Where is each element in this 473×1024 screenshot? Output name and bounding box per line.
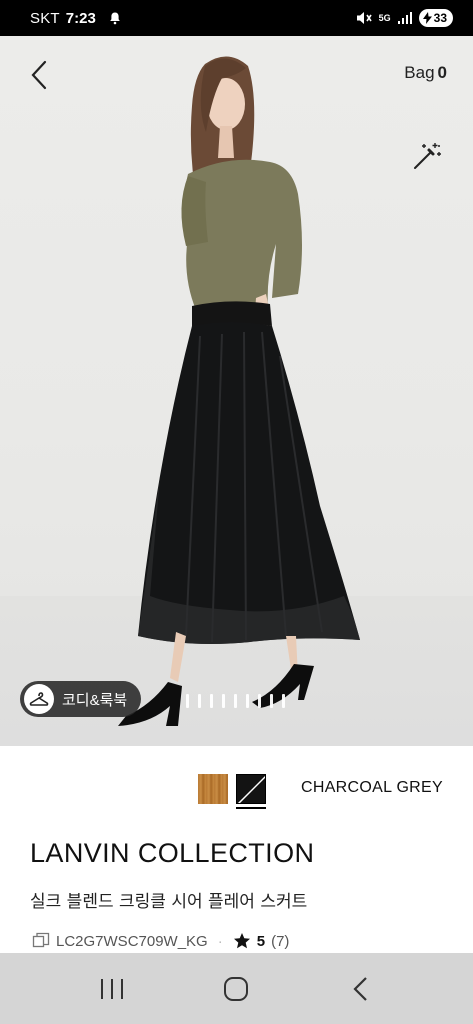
review-count[interactable]: (7) xyxy=(271,933,289,950)
color-selector: CHARCOAL GREY xyxy=(0,774,473,809)
pager-dot xyxy=(222,694,225,708)
coordi-label: 코디&룩북 xyxy=(62,691,128,709)
hanger-icon-wrap xyxy=(24,684,54,714)
status-time: 7:23 xyxy=(65,9,96,27)
separator: · xyxy=(217,932,223,950)
magic-wand-icon xyxy=(414,143,441,169)
charging-bolt-icon xyxy=(422,12,432,24)
recent-apps-button[interactable] xyxy=(92,969,132,1009)
chevron-left-icon xyxy=(31,60,47,90)
brand-name[interactable]: LANVIN COLLECTION xyxy=(30,838,314,869)
network-label: 5G xyxy=(378,12,391,23)
recent-apps-icon xyxy=(101,978,124,999)
pager-dot xyxy=(270,694,273,708)
home-button[interactable] xyxy=(216,969,256,1009)
diagonal-slash-icon xyxy=(237,775,265,803)
model-illustration xyxy=(118,56,360,726)
home-icon xyxy=(224,976,249,1001)
image-pager[interactable] xyxy=(186,694,285,708)
battery-level: 33 xyxy=(433,11,447,25)
hanger-icon xyxy=(29,692,49,706)
coordi-lookbook-button[interactable]: 코디&룩북 xyxy=(20,681,142,717)
pager-dot xyxy=(210,694,213,708)
back-nav-button[interactable] xyxy=(341,969,381,1009)
back-icon xyxy=(353,976,367,1001)
carrier-label: SKT xyxy=(30,9,60,27)
bag-label: Bag xyxy=(404,63,435,82)
color-swatch-brown[interactable] xyxy=(198,774,228,804)
notification-bell-icon xyxy=(110,12,120,25)
bag-count: 0 xyxy=(437,63,447,82)
magic-wand-button[interactable] xyxy=(411,140,443,172)
copy-icon[interactable] xyxy=(32,932,50,950)
status-bar: SKT 7:23 5G 33 xyxy=(0,0,473,36)
product-code: LC2G7WSC709W_KG xyxy=(56,932,208,950)
product-name: 실크 블렌드 크링클 시어 플레어 스커트 xyxy=(30,892,308,912)
back-button[interactable] xyxy=(24,60,54,90)
battery-indicator: 33 xyxy=(418,9,453,27)
system-nav-bar xyxy=(0,953,473,1024)
pager-dot xyxy=(234,694,237,708)
pager-dot xyxy=(258,694,261,708)
product-image[interactable]: Bag 0 코디&룩북 xyxy=(0,36,473,746)
pager-dot xyxy=(282,694,285,708)
bag-button[interactable]: Bag 0 xyxy=(404,63,447,83)
pager-dot xyxy=(246,694,249,708)
pager-dot xyxy=(198,694,201,708)
mute-icon xyxy=(356,12,372,24)
product-meta: LC2G7WSC709W_KG · 5 (7) xyxy=(32,932,289,950)
selected-color-name: CHARCOAL GREY xyxy=(300,779,443,796)
star-icon xyxy=(233,933,250,949)
rating-score[interactable]: 5 xyxy=(257,933,265,950)
color-swatch-charcoal[interactable] xyxy=(236,774,266,804)
pager-dot xyxy=(186,694,189,708)
signal-icon xyxy=(397,12,412,24)
selected-swatch-underline xyxy=(236,807,266,809)
